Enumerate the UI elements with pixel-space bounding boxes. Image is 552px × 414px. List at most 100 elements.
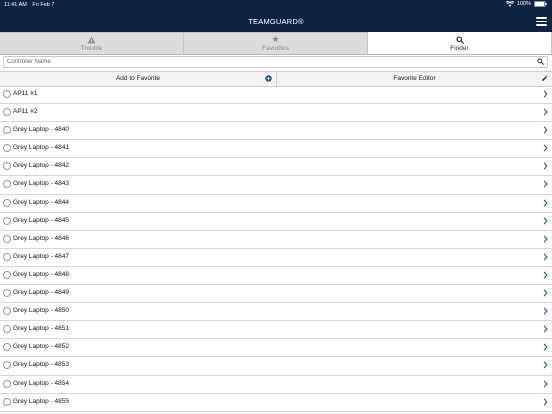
tab-finder[interactable]: Finder <box>368 32 552 54</box>
chevron-right-icon <box>543 180 548 188</box>
select-radio[interactable] <box>3 252 11 261</box>
app-header: 11:41 AM Fri Feb 7 100% TEAMGUARD® <box>0 0 552 32</box>
list-item[interactable]: Grey Laptop - 4840 <box>0 122 552 141</box>
chevron-right-icon <box>543 361 548 369</box>
warning-icon <box>0 34 183 45</box>
select-radio[interactable] <box>3 108 11 117</box>
app-title: TEAMGUARD® <box>248 17 304 26</box>
action-bar: Add to Favorite Favorite Editor <box>0 71 552 87</box>
chevron-right-icon <box>543 235 548 243</box>
chevron-right-icon <box>543 325 548 333</box>
list-item[interactable]: Grey Laptop - 4848 <box>0 267 552 286</box>
chevron-right-icon <box>543 289 548 297</box>
favorite-editor-label: Favorite Editor <box>393 75 436 82</box>
select-radio[interactable] <box>3 289 11 298</box>
battery-percent: 100% <box>516 1 531 7</box>
select-radio[interactable] <box>3 162 11 171</box>
select-radio[interactable] <box>3 90 11 98</box>
list-item-label: Grey Laptop - 4855 <box>13 397 70 405</box>
select-radio[interactable] <box>3 234 11 243</box>
list-item[interactable]: Grey Laptop - 4841 <box>0 140 552 159</box>
list-item-label: AP11 #2 <box>13 108 38 116</box>
list-item[interactable]: Grey Laptop - 4845 <box>0 213 552 231</box>
list-item[interactable]: Grey Laptop - 4855 <box>0 394 552 412</box>
tab-finder-label: Finder <box>450 45 469 52</box>
favorite-editor-button[interactable]: Favorite Editor <box>276 72 552 86</box>
list-item-label: Grey Laptop - 4852 <box>13 343 70 351</box>
search-icon[interactable] <box>537 58 544 65</box>
list-item[interactable]: Grey Laptop - 4849 <box>0 285 552 304</box>
list-item-label: Grey Laptop - 4854 <box>13 379 70 387</box>
list-item[interactable]: Grey Laptop - 4843 <box>0 176 552 195</box>
select-radio[interactable] <box>3 361 11 370</box>
list-item[interactable]: Grey Laptop - 4842 <box>0 158 552 177</box>
status-time: 11:41 AM <box>4 2 27 8</box>
controller-list: AP11 #1 AP11 #2 Grey Laptop - 4840 Grey … <box>0 86 552 412</box>
chevron-right-icon <box>543 90 548 98</box>
select-radio[interactable] <box>3 343 11 352</box>
list-item[interactable]: AP11 #2 <box>0 104 552 123</box>
list-item-label: Grey Laptop - 4849 <box>13 289 70 297</box>
add-circle-icon <box>265 75 272 82</box>
status-date: Fri Feb 7 <box>32 2 55 8</box>
chevron-right-icon <box>543 380 548 387</box>
list-item[interactable]: Grey Laptop - 4850 <box>0 303 552 322</box>
list-item-label: Grey Laptop - 4843 <box>13 180 70 188</box>
star-icon: ★ <box>271 34 280 44</box>
select-radio[interactable] <box>3 270 11 279</box>
list-item[interactable]: Grey Laptop - 4852 <box>0 339 552 358</box>
list-item-label: Grey Laptop - 4840 <box>13 126 70 134</box>
list-item[interactable]: Grey Laptop - 4844 <box>0 195 552 213</box>
list-item-label: Grey Laptop - 4851 <box>13 325 70 333</box>
list-item[interactable]: Grey Laptop - 4846 <box>0 231 552 249</box>
controller-search-input[interactable] <box>7 57 527 67</box>
chevron-right-icon <box>543 162 548 170</box>
chevron-right-icon <box>543 307 548 315</box>
app-screen: 11:41 AM Fri Feb 7 100% TEAMGUARD® Troub… <box>0 0 552 414</box>
list-item-label: Grey Laptop - 4850 <box>13 307 70 315</box>
list-item[interactable]: Grey Laptop - 4853 <box>0 357 552 376</box>
select-radio[interactable] <box>3 216 11 225</box>
select-radio[interactable] <box>3 126 11 135</box>
add-to-favorite-label: Add to Favorite <box>115 75 161 82</box>
chevron-right-icon <box>543 271 548 279</box>
hamburger-menu-icon[interactable] <box>536 17 547 26</box>
list-item-label: Grey Laptop - 4853 <box>13 361 70 369</box>
wifi-icon <box>505 1 514 7</box>
search-box <box>3 56 548 68</box>
select-radio[interactable] <box>3 198 11 207</box>
chevron-right-icon <box>543 398 548 406</box>
select-radio[interactable] <box>3 397 11 406</box>
list-item[interactable]: Grey Laptop - 4847 <box>0 249 552 267</box>
chevron-right-icon <box>543 253 548 261</box>
battery-icon <box>534 1 547 7</box>
list-item-label: Grey Laptop - 4847 <box>13 252 70 260</box>
search-icon <box>368 34 551 45</box>
list-item[interactable]: AP11 #1 <box>0 86 552 105</box>
select-radio[interactable] <box>3 180 11 189</box>
list-item-label: Grey Laptop - 4848 <box>13 270 70 278</box>
select-radio[interactable] <box>3 144 11 153</box>
list-item-label: Grey Laptop - 4845 <box>13 216 70 224</box>
chevron-right-icon <box>543 199 548 207</box>
tab-bar: Trouble ★ Favorites Finder <box>0 32 552 55</box>
add-to-favorite-button[interactable]: Add to Favorite <box>0 72 276 86</box>
pencil-icon <box>542 75 548 81</box>
tab-favorites[interactable]: ★ Favorites <box>184 32 368 54</box>
status-bar-left: 11:41 AM Fri Feb 7 <box>4 2 58 8</box>
chevron-right-icon <box>543 217 548 225</box>
tab-trouble[interactable]: Trouble <box>0 32 184 54</box>
select-radio[interactable] <box>3 307 11 316</box>
list-item-label: Grey Laptop - 4841 <box>13 144 70 152</box>
chevron-right-icon <box>543 144 548 152</box>
select-radio[interactable] <box>3 325 11 334</box>
list-item-label: Grey Laptop - 4844 <box>13 198 70 206</box>
list-item-label: Grey Laptop - 4842 <box>13 162 70 170</box>
list-item[interactable]: Grey Laptop - 4851 <box>0 321 552 340</box>
chevron-right-icon <box>543 126 548 134</box>
tab-trouble-label: Trouble <box>80 45 103 52</box>
status-bar-right: 100% <box>505 1 547 7</box>
list-item[interactable]: Grey Laptop - 4854 <box>0 376 552 394</box>
chevron-right-icon <box>543 108 548 116</box>
select-radio[interactable] <box>3 379 11 388</box>
